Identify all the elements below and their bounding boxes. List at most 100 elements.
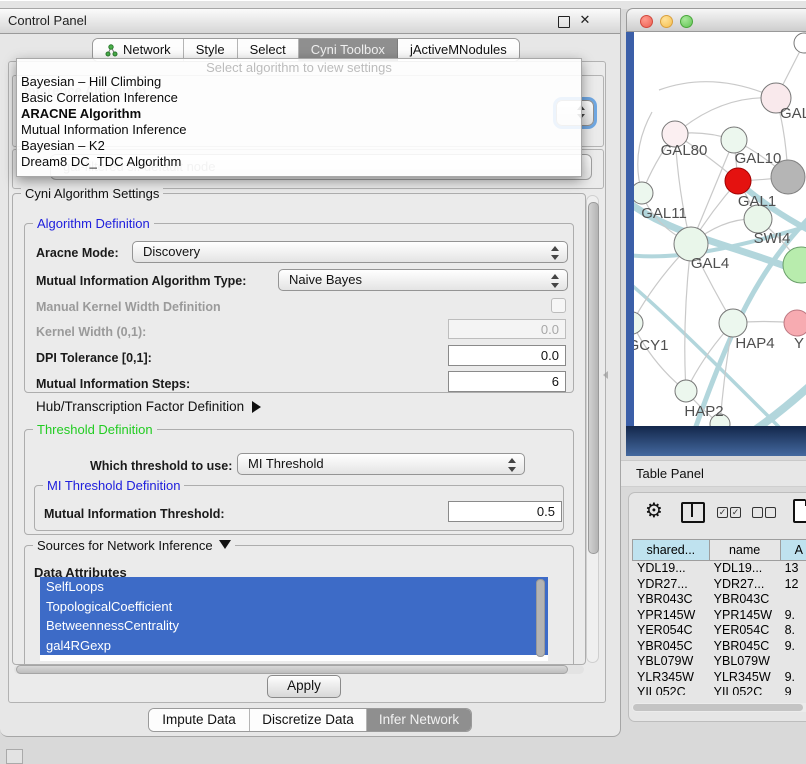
network-window-bottom-frame xyxy=(626,426,806,456)
dpi-tolerance-field[interactable] xyxy=(448,345,566,366)
table-panel: ⚙ ✓ ✓ shared... name A YDL19...YDL19...1… xyxy=(628,492,806,722)
mi-threshold-field[interactable] xyxy=(448,501,562,522)
node-label: GAL11 xyxy=(641,205,687,222)
table-row[interactable]: YPR145WYPR145W9. xyxy=(632,608,806,624)
node-hap2[interactable] xyxy=(675,380,697,402)
close-icon[interactable]: ✕ xyxy=(579,14,591,26)
algorithm-dropdown-list: Select algorithm to view settings Bayesi… xyxy=(16,58,582,177)
node-label: GCY1 xyxy=(634,337,668,354)
list-item[interactable]: TopologicalCoefficient xyxy=(40,597,548,617)
network-graph: GAL80 GAL10 GAL1 GAL11 SWI4 GAL4 GCY1 HA… xyxy=(634,32,806,426)
document-icon[interactable] xyxy=(793,499,806,523)
splitter-collapse-handle[interactable] xyxy=(603,371,608,379)
node-gal1[interactable] xyxy=(725,168,751,194)
dropdown-item[interactable]: Mutual Information Inference xyxy=(17,122,581,138)
mi-type-label: Mutual Information Algorithm Type: xyxy=(36,274,246,288)
zoom-traffic-light[interactable] xyxy=(680,15,693,28)
node-pink[interactable] xyxy=(784,310,806,336)
dropdown-item[interactable]: Basic Correlation Inference xyxy=(17,90,581,106)
node-hap4[interactable] xyxy=(719,309,747,337)
table-row[interactable]: YIL052CYIL052C9 xyxy=(632,685,806,695)
node-gcy1[interactable] xyxy=(634,312,643,334)
columns-icon[interactable] xyxy=(681,502,705,523)
list-item[interactable]: gal4RGexp xyxy=(40,636,548,656)
node-label: HAP4 xyxy=(735,335,774,352)
network-view-window: GAL80 GAL10 GAL1 GAL11 SWI4 GAL4 GCY1 HA… xyxy=(626,8,806,456)
dpi-tolerance-label: DPI Tolerance [0,1]: xyxy=(36,351,152,365)
list-scrollbar[interactable] xyxy=(536,579,545,657)
node-label: GAL80 xyxy=(661,142,708,159)
node-label: Y xyxy=(794,335,804,352)
table-row[interactable]: YLR345WYLR345W9. xyxy=(632,670,806,686)
kernel-width-label: Kernel Width (0,1): xyxy=(36,325,146,339)
network-canvas[interactable]: GAL80 GAL10 GAL1 GAL11 SWI4 GAL4 GCY1 HA… xyxy=(634,32,806,426)
spinner-icon xyxy=(551,246,559,260)
dropdown-item-selected[interactable]: ARACNE Algorithm xyxy=(17,106,581,122)
network-window-frame: GAL80 GAL10 GAL1 GAL11 SWI4 GAL4 GCY1 HA… xyxy=(626,32,806,456)
checked-checkbox-icon[interactable]: ✓ xyxy=(730,507,741,518)
kernel-width-field[interactable] xyxy=(448,319,566,339)
table-row[interactable]: YBL079WYBL079W xyxy=(632,654,806,670)
tab-discretize-data[interactable]: Discretize Data xyxy=(250,709,367,731)
node-gal11[interactable] xyxy=(634,182,653,204)
bottom-tabbar: Impute Data Discretize Data Infer Networ… xyxy=(148,708,472,732)
table-row[interactable]: YDL19...YDL19...13 xyxy=(632,561,806,577)
manual-kernel-checkbox[interactable] xyxy=(551,298,566,313)
list-item[interactable]: SelfLoops xyxy=(40,577,548,597)
hub-section-toggle[interactable]: Hub/Transcription Factor Definition xyxy=(36,399,261,414)
column-header[interactable]: A xyxy=(780,539,806,561)
mi-threshold-definition-title: MI Threshold Definition xyxy=(43,478,184,493)
aracne-mode-combobox[interactable]: Discovery xyxy=(132,241,568,263)
unchecked-checkbox-icon[interactable] xyxy=(765,507,776,518)
settings-vertical-scrollbar[interactable] xyxy=(586,195,599,663)
dropdown-prompt: Select algorithm to view settings xyxy=(17,60,581,75)
apply-button[interactable]: Apply xyxy=(267,675,341,698)
list-item[interactable]: BetweennessCentrality xyxy=(40,616,548,636)
spinner-icon xyxy=(551,274,559,288)
spinner-icon xyxy=(508,458,516,472)
table-row[interactable]: YBR043CYBR043C xyxy=(632,592,806,608)
sources-group-title[interactable]: Sources for Network Inference xyxy=(33,538,235,553)
network-icon xyxy=(105,44,118,57)
dropdown-item[interactable]: Dream8 DC_TDC Algorithm xyxy=(17,154,581,170)
table-horizontal-scrollbar[interactable] xyxy=(632,703,806,712)
which-threshold-combobox[interactable]: MI Threshold xyxy=(237,453,525,475)
close-traffic-light[interactable] xyxy=(640,15,653,28)
algorithm-definition-title: Algorithm Definition xyxy=(33,216,154,231)
minimize-traffic-light[interactable] xyxy=(660,15,673,28)
mi-threshold-label: Mutual Information Threshold: xyxy=(44,507,225,521)
mi-steps-field[interactable] xyxy=(448,371,566,392)
scrollbar-thumb[interactable] xyxy=(16,665,568,674)
dropdown-item[interactable]: Bayesian – K2 xyxy=(17,138,581,154)
collapse-arrow-icon xyxy=(219,540,231,549)
control-panel-window: Control Panel ✕ Network Style Select Cyn… xyxy=(0,8,621,737)
settings-horizontal-scrollbar[interactable] xyxy=(14,665,584,674)
which-threshold-label: Which threshold to use: xyxy=(90,459,232,473)
settings-group-title: Cyni Algorithm Settings xyxy=(21,186,163,201)
checked-checkbox-icon[interactable]: ✓ xyxy=(717,507,728,518)
dropdown-item[interactable]: Bayesian – Hill Climbing xyxy=(17,74,581,90)
scrollbar-thumb[interactable] xyxy=(633,704,803,711)
node-partial[interactable] xyxy=(794,33,806,53)
unchecked-checkbox-icon[interactable] xyxy=(752,507,763,518)
expand-arrow-icon xyxy=(252,401,261,413)
tab-infer-network[interactable]: Infer Network xyxy=(367,709,471,731)
table-row[interactable]: YBR045CYBR045C9. xyxy=(632,639,806,655)
aracne-mode-label: Aracne Mode: xyxy=(36,246,119,260)
window-title: Control Panel xyxy=(8,13,87,28)
mi-steps-label: Mutual Information Steps: xyxy=(36,377,190,391)
network-window-titlebar[interactable] xyxy=(626,8,806,32)
threshold-definition-title: Threshold Definition xyxy=(33,422,157,437)
tab-impute-data[interactable]: Impute Data xyxy=(149,709,250,731)
gear-icon[interactable]: ⚙ xyxy=(645,499,663,523)
column-header[interactable]: name xyxy=(709,539,780,561)
node-table: shared... name A YDL19...YDL19...13 YDR2… xyxy=(632,539,806,695)
float-window-icon[interactable] xyxy=(558,16,570,28)
column-header[interactable]: shared... xyxy=(632,539,709,561)
table-row[interactable]: YDR27...YDR27...12 xyxy=(632,577,806,593)
mi-type-combobox[interactable]: Naive Bayes xyxy=(278,269,568,291)
scrollbar-thumb[interactable] xyxy=(588,202,599,554)
node-green[interactable] xyxy=(783,247,806,283)
node-label: GAL1 xyxy=(738,193,776,210)
table-row[interactable]: YER054CYER054C8. xyxy=(632,623,806,639)
